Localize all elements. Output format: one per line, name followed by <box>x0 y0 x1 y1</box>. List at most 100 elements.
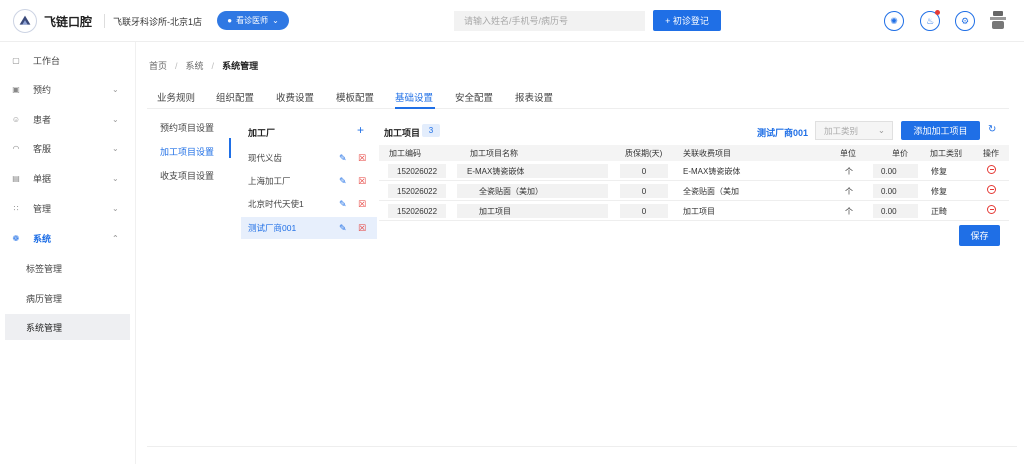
factory-item[interactable]: 现代义齿 ✎ ☒ <box>241 147 377 169</box>
breadcrumb-separator: / <box>175 61 178 71</box>
price-input[interactable]: 0.00 <box>873 184 918 198</box>
tab-basic-settings[interactable]: 基础设置 <box>395 90 433 104</box>
tab-active-indicator <box>395 107 435 109</box>
category-placeholder: 加工类别 <box>824 125 859 136</box>
sidebar-subitem-tags[interactable]: 标签管理 <box>5 255 130 281</box>
factory-name: 北京时代天使1 <box>248 199 304 209</box>
submenu-income-items[interactable]: 收支项目设置 <box>160 169 214 182</box>
sidebar-item-manage[interactable]: ∷ 管理 ⌄ <box>0 195 130 221</box>
save-button[interactable]: 保存 <box>959 225 1000 246</box>
code-input[interactable]: 152026022 <box>388 204 446 218</box>
settings-icon[interactable]: ⚙ <box>955 11 975 31</box>
submenu-appointment-items[interactable]: 预约项目设置 <box>160 121 214 134</box>
chevron-down-icon: ⌄ <box>272 16 279 25</box>
name-input[interactable]: E-MAX铸瓷嵌体 <box>457 164 608 178</box>
clinic-name[interactable]: 飞联牙科诊所-北京1店 <box>113 15 202 28</box>
code-input[interactable]: 152026022 <box>388 184 446 198</box>
tab-org-config[interactable]: 组织配置 <box>216 90 254 104</box>
remove-row-icon[interactable] <box>987 165 996 174</box>
search-input[interactable] <box>454 11 645 31</box>
tab-fee-settings[interactable]: 收费设置 <box>276 90 314 104</box>
warranty-input[interactable]: 0 <box>620 184 668 198</box>
sidebar-item-system[interactable]: ❁ 系统 ⌃ <box>0 225 130 251</box>
add-item-button[interactable]: 添加加工项目 <box>901 121 980 140</box>
category-value[interactable]: 正畸 <box>931 206 947 217</box>
logo-icon <box>19 15 31 25</box>
edit-icon[interactable]: ✎ <box>339 199 347 210</box>
category-value[interactable]: 修复 <box>931 166 947 177</box>
chevron-down-icon: ⌄ <box>112 143 119 153</box>
delete-icon[interactable]: ☒ <box>358 176 366 187</box>
breadcrumb-home[interactable]: 首页 <box>149 61 167 71</box>
chevron-down-icon: ⌄ <box>112 203 119 213</box>
tab-report-settings[interactable]: 报表设置 <box>515 90 553 104</box>
fee-item[interactable]: 加工项目 <box>683 206 743 217</box>
factory-item[interactable]: 上海加工厂 ✎ ☒ <box>241 170 377 192</box>
chevron-down-icon: ⌄ <box>112 84 119 94</box>
warranty-input[interactable]: 0 <box>620 164 668 178</box>
sidebar-item-appointment[interactable]: ▣ 预约 ⌄ <box>0 76 130 102</box>
delete-icon[interactable]: ☒ <box>358 199 366 210</box>
factory-name: 现代义齿 <box>248 153 283 163</box>
monitor-icon: ▢ <box>12 55 20 65</box>
sidebar-item-workbench[interactable]: ▢ 工作台 <box>0 47 130 73</box>
sun-icon[interactable]: ✺ <box>884 11 904 31</box>
delete-icon[interactable]: ☒ <box>358 223 366 234</box>
role-switch-button[interactable]: ● 看诊医师 ⌄ <box>217 11 289 30</box>
column-header: 操作 <box>983 149 999 158</box>
category-select[interactable]: 加工类别 ⌄ <box>815 121 893 140</box>
price-input[interactable]: 0.00 <box>873 204 918 218</box>
edit-icon[interactable]: ✎ <box>339 223 347 234</box>
breadcrumb-system[interactable]: 系统 <box>186 61 204 71</box>
column-header: 加工项目名称 <box>470 149 518 158</box>
remove-row-icon[interactable] <box>987 185 996 194</box>
sidebar-item-service[interactable]: ◠ 客服 ⌄ <box>0 135 130 161</box>
tab-bar: 业务规则 组织配置 收费设置 模板配置 基础设置 安全配置 报表设置 <box>147 85 1009 109</box>
warranty-input[interactable]: 0 <box>620 204 668 218</box>
submenu-processing-items[interactable]: 加工项目设置 <box>160 145 214 158</box>
sidebar-subitem-records[interactable]: 病历管理 <box>5 285 130 311</box>
user-icon: ● <box>227 16 233 25</box>
unit-value: 个 <box>845 167 853 176</box>
add-factory-button[interactable]: + <box>357 123 364 137</box>
sidebar-item-label: 系统 <box>33 233 52 244</box>
fee-item[interactable]: 全瓷贴面（美加 <box>683 186 743 197</box>
sidebar-item-receipt[interactable]: ▤ 单据 ⌄ <box>0 165 130 191</box>
column-header: 加工编码 <box>389 149 421 158</box>
edit-icon[interactable]: ✎ <box>339 176 347 187</box>
fee-item[interactable]: E-MAX铸瓷嵌体 <box>683 166 743 177</box>
tab-template-config[interactable]: 模板配置 <box>336 90 374 104</box>
bell-icon[interactable]: ♨ <box>920 10 940 31</box>
delete-icon[interactable]: ☒ <box>358 153 366 164</box>
remove-row-icon[interactable] <box>987 205 996 214</box>
receipt-icon: ▤ <box>12 173 20 183</box>
unit-value: 个 <box>845 207 853 216</box>
breadcrumb: 首页 / 系统 / 系统管理 <box>149 59 258 72</box>
sidebar-item-label: 管理 <box>33 203 52 214</box>
current-factory-name: 测试厂商001 <box>757 128 809 138</box>
factory-item[interactable]: 北京时代天使1 ✎ ☒ <box>241 193 377 215</box>
category-value[interactable]: 修复 <box>931 186 947 197</box>
tab-business-rules[interactable]: 业务规则 <box>157 90 195 104</box>
items-title: 加工项目 <box>384 128 421 138</box>
sidebar-item-label: 预约 <box>33 84 52 95</box>
avatar-icon[interactable] <box>990 11 1006 29</box>
register-button[interactable]: + 初诊登记 <box>653 10 721 31</box>
name-input[interactable]: 加工项目 <box>457 204 608 218</box>
code-input[interactable]: 152026022 <box>388 164 446 178</box>
edit-icon[interactable]: ✎ <box>339 153 347 164</box>
sidebar-item-label: 客服 <box>33 143 52 154</box>
table-row: 152026022 E-MAX铸瓷嵌体 0 E-MAX铸瓷嵌体 个 0.00 修… <box>379 161 1009 181</box>
tab-security-config[interactable]: 安全配置 <box>455 90 493 104</box>
sidebar-subitem-system-manage[interactable]: 系统管理 <box>5 314 130 340</box>
price-input[interactable]: 0.00 <box>873 164 918 178</box>
name-input[interactable]: 全瓷贴面（美加） <box>457 184 608 198</box>
column-header: 加工类别 <box>930 149 962 158</box>
chevron-up-icon: ⌃ <box>112 233 119 243</box>
sidebar-item-label: 工作台 <box>33 55 61 66</box>
sidebar-item-patient[interactable]: ☺ 患者 ⌄ <box>0 106 130 132</box>
grid-icon: ∷ <box>13 203 19 213</box>
factory-item-selected[interactable]: 测试厂商001 ✎ ☒ <box>241 217 377 239</box>
refresh-icon[interactable]: ↻ <box>988 124 996 135</box>
headset-icon: ◠ <box>12 143 20 153</box>
